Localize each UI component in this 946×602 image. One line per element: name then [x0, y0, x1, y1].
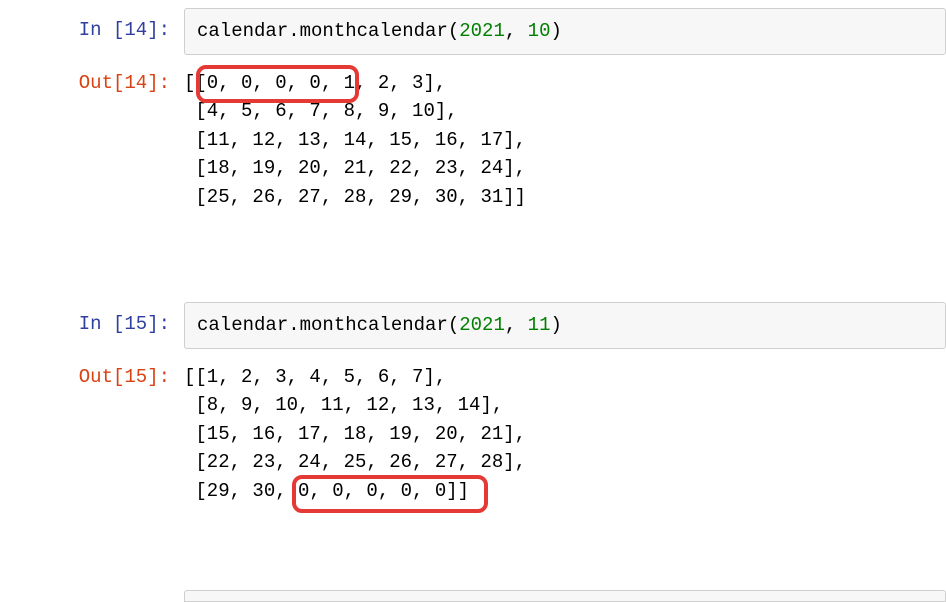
output-line: [11, 12, 13, 14, 15, 16, 17],	[184, 129, 526, 151]
output-prompt: Out[15]:	[0, 355, 184, 392]
input-prompt: In [14]:	[0, 8, 184, 45]
code-input[interactable]: calendar.monthcalendar(2021, 11)	[184, 302, 946, 349]
code-sep: ,	[505, 314, 528, 336]
empty-cell-top	[184, 590, 946, 602]
input-prompt: In [15]:	[0, 302, 184, 339]
output-prompt: Out[14]:	[0, 61, 184, 98]
code-input[interactable]: calendar.monthcalendar(2021, 10)	[184, 8, 946, 55]
output-line: [29, 30, 0, 0, 0, 0, 0]]	[184, 480, 469, 502]
output-cell: Out[14]: [[0, 0, 0, 0, 1, 2, 3], [4, 5, …	[0, 61, 946, 277]
code-cell: In [14]: calendar.monthcalendar(2021, 10…	[0, 8, 946, 55]
output-line: [8, 9, 10, 11, 12, 13, 14],	[184, 394, 503, 416]
code-arg: 10	[528, 20, 551, 42]
output-line: [[1, 2, 3, 4, 5, 6, 7],	[184, 366, 446, 388]
output-cell: Out[15]: [[1, 2, 3, 4, 5, 6, 7], [8, 9, …	[0, 355, 946, 571]
paren-open: (	[448, 314, 459, 336]
code-arg: 11	[528, 314, 551, 336]
output-line: [[0, 0, 0, 0, 1, 2, 3],	[184, 72, 446, 94]
output-line: [22, 23, 24, 25, 26, 27, 28],	[184, 451, 526, 473]
code-cell: In [15]: calendar.monthcalendar(2021, 11…	[0, 302, 946, 349]
output-line: [25, 26, 27, 28, 29, 30, 31]]	[184, 186, 526, 208]
code-call: calendar.monthcalendar	[197, 314, 448, 336]
paren-close: )	[550, 20, 561, 42]
code-arg: 2021	[459, 20, 505, 42]
code-output: [[0, 0, 0, 0, 1, 2, 3], [4, 5, 6, 7, 8, …	[184, 61, 946, 277]
code-call: calendar.monthcalendar	[197, 20, 448, 42]
output-line: [15, 16, 17, 18, 19, 20, 21],	[184, 423, 526, 445]
code-output: [[1, 2, 3, 4, 5, 6, 7], [8, 9, 10, 11, 1…	[184, 355, 946, 571]
paren-close: )	[550, 314, 561, 336]
output-line: [18, 19, 20, 21, 22, 23, 24],	[184, 157, 526, 179]
output-line: [4, 5, 6, 7, 8, 9, 10],	[184, 100, 458, 122]
code-sep: ,	[505, 20, 528, 42]
paren-open: (	[448, 20, 459, 42]
code-arg: 2021	[459, 314, 505, 336]
